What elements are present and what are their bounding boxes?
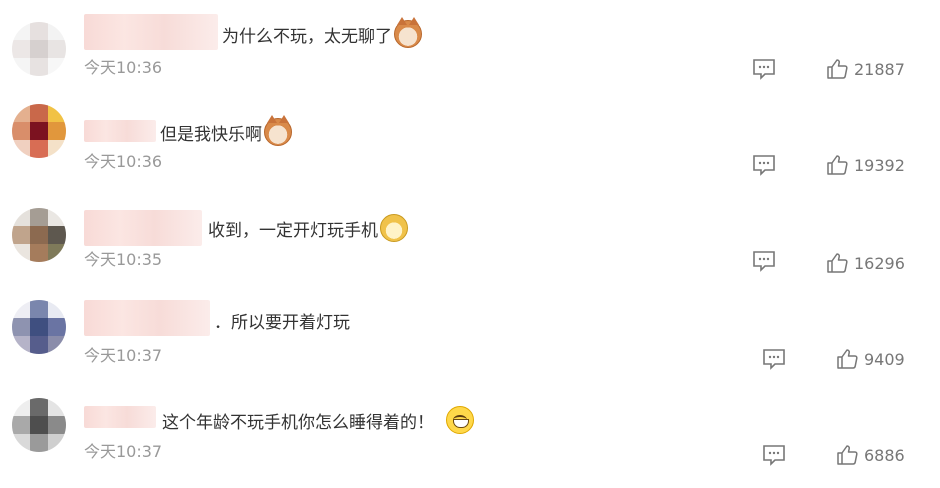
- comment-icon: [763, 445, 785, 466]
- like-button[interactable]: 21887: [826, 58, 905, 80]
- username[interactable]: [84, 14, 218, 50]
- timestamp: 今天10:35: [84, 250, 163, 269]
- reply-button[interactable]: [762, 348, 786, 370]
- thumbs-up-icon: [837, 349, 858, 369]
- comment-row: 为什么不玩，太无聊了 今天10:36 21887: [0, 0, 940, 96]
- avatar[interactable]: [12, 208, 66, 262]
- timestamp: 今天10:36: [84, 152, 163, 171]
- avatar[interactable]: [12, 398, 66, 452]
- avatar[interactable]: [12, 104, 66, 158]
- comment-text: 为什么不玩，太无聊了: [222, 17, 422, 48]
- like-count: 16296: [854, 253, 905, 273]
- comment-icon: [753, 251, 775, 272]
- comment-text: 但是我快乐啊: [160, 115, 292, 146]
- comment-text: 这个年龄不玩手机你怎么睡得着的！: [162, 406, 474, 434]
- like-count: 6886: [864, 445, 905, 465]
- like-button[interactable]: 6886: [836, 444, 905, 466]
- timestamp: 今天10:36: [84, 58, 163, 77]
- grinning-face-icon: [446, 406, 474, 434]
- comment-icon: [753, 155, 775, 176]
- doge-face-icon: [380, 214, 408, 242]
- comment-row: 但是我快乐啊 今天10:36 19392: [0, 96, 940, 192]
- comment-icon: [753, 59, 775, 80]
- like-count: 9409: [864, 349, 905, 369]
- username[interactable]: [84, 120, 156, 142]
- timestamp: 今天10:37: [84, 346, 163, 365]
- comment-icon: [763, 349, 785, 370]
- username[interactable]: [84, 210, 202, 246]
- like-count: 21887: [854, 59, 905, 79]
- reply-button[interactable]: [762, 444, 786, 466]
- like-button[interactable]: 16296: [826, 252, 905, 274]
- timestamp: 今天10:37: [84, 442, 163, 461]
- like-button[interactable]: 19392: [826, 154, 905, 176]
- comment-row: 收到，一定开灯玩手机 今天10:35 16296: [0, 192, 940, 288]
- reply-button[interactable]: [752, 154, 776, 176]
- thumbs-up-icon: [827, 253, 848, 273]
- comment-text: 收到，一定开灯玩手机: [208, 214, 408, 242]
- comment-text: ．所以要开着灯玩: [214, 313, 350, 333]
- like-button[interactable]: 9409: [836, 348, 905, 370]
- username[interactable]: [84, 300, 210, 336]
- thumbs-up-icon: [827, 155, 848, 175]
- like-count: 19392: [854, 155, 905, 175]
- comment-row: 这个年龄不玩手机你怎么睡得着的！ 今天10:37 6886: [0, 384, 940, 480]
- thumbs-up-icon: [827, 59, 848, 79]
- reply-button[interactable]: [752, 250, 776, 272]
- avatar[interactable]: [12, 300, 66, 354]
- cat-face-icon: [394, 17, 422, 48]
- reply-button[interactable]: [752, 58, 776, 80]
- comment-row: ．所以要开着灯玩 今天10:37 9409: [0, 288, 940, 384]
- thumbs-up-icon: [837, 445, 858, 465]
- cat-face-icon: [264, 115, 292, 146]
- avatar[interactable]: [12, 22, 66, 76]
- username[interactable]: [84, 406, 156, 428]
